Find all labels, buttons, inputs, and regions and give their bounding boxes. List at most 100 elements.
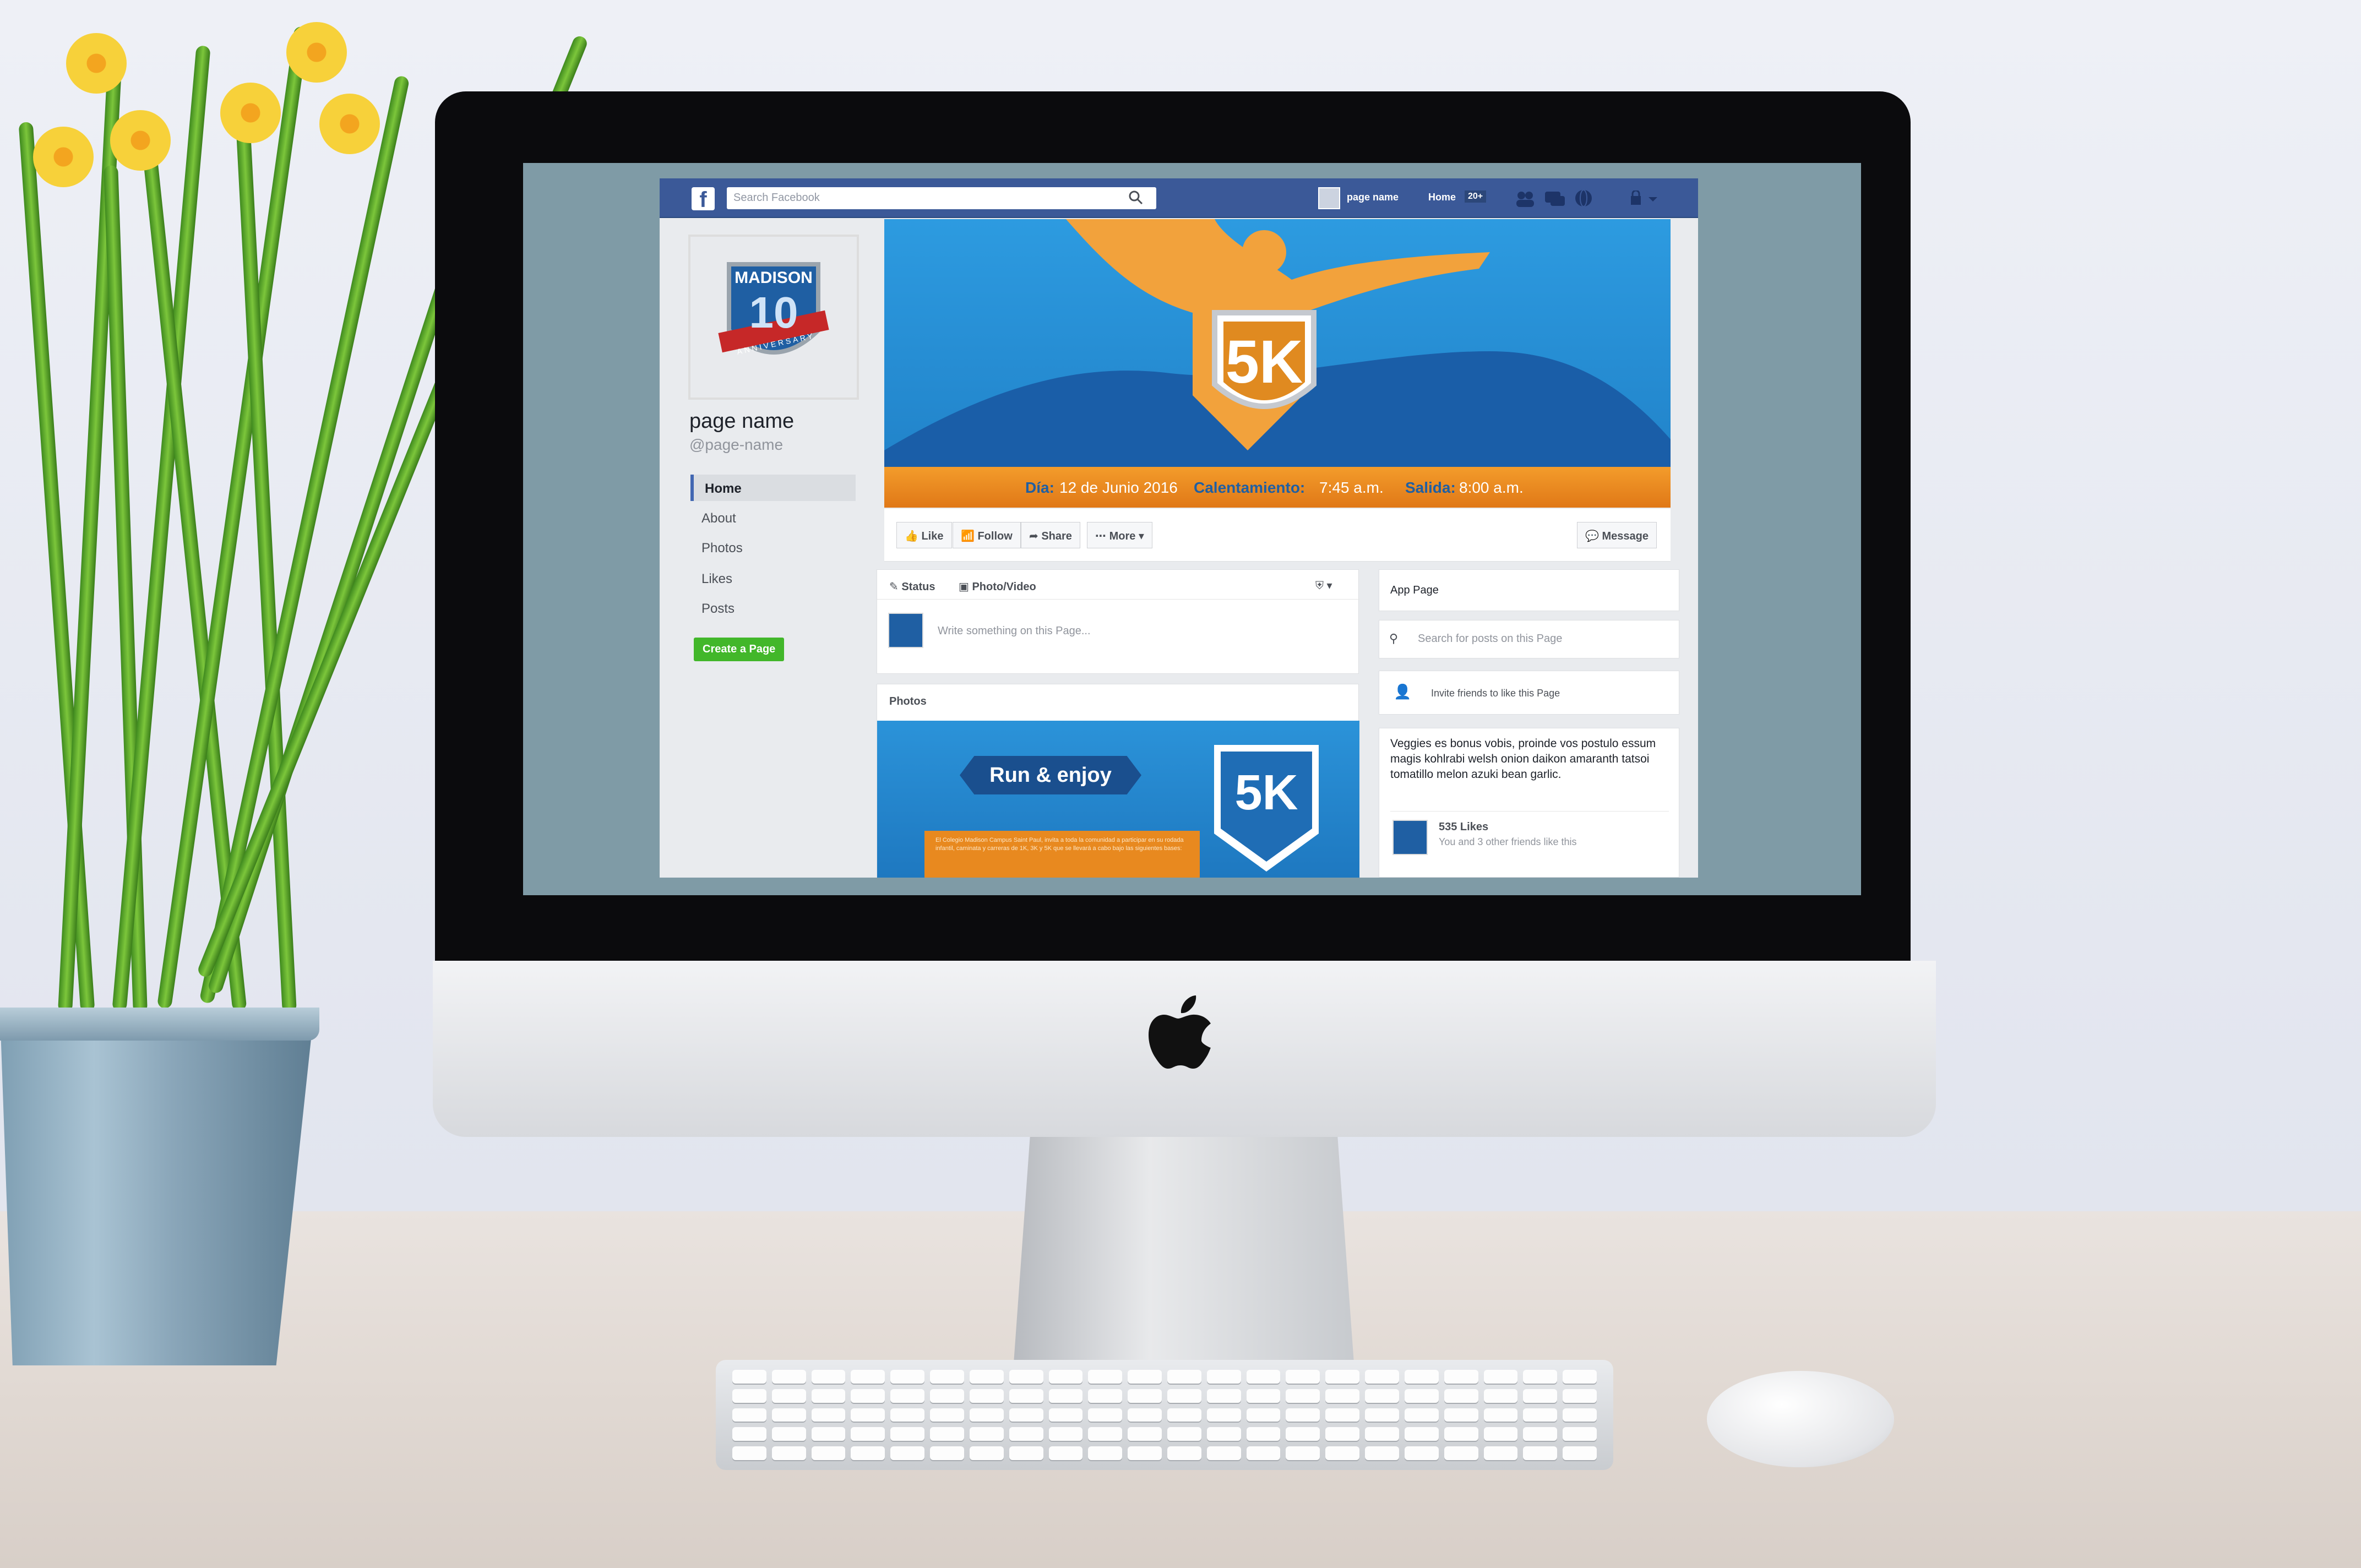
- keyboard-key: [1286, 1408, 1320, 1422]
- apple-logo: [1140, 986, 1228, 1090]
- friends-icon[interactable]: [1514, 189, 1536, 208]
- keyboard-key: [1365, 1446, 1399, 1460]
- keyboard-key: [969, 1446, 1004, 1460]
- lock-icon[interactable]: [1629, 189, 1662, 207]
- camera-icon: ▣: [959, 581, 972, 593]
- keyboard-key: [1444, 1370, 1478, 1384]
- left-column: MADISON 10 ANNIVERSARY page name @page-n…: [660, 219, 870, 878]
- page-profile-picture[interactable]: MADISON 10 ANNIVERSARY: [688, 235, 859, 400]
- keyboard-key: [969, 1370, 1004, 1384]
- app-page-card[interactable]: App Page: [1379, 569, 1679, 611]
- event-day-label: Día:: [1025, 479, 1054, 496]
- keyboard-key: [890, 1427, 925, 1441]
- create-page-button[interactable]: Create a Page: [694, 638, 785, 661]
- composer-tabs: ✎ Status ▣ Photo/Video ⛨ ▾: [877, 570, 1359, 600]
- likes-avatar: [1392, 820, 1428, 855]
- keyboard-key: [1048, 1446, 1083, 1460]
- photos-section: Photos Run & enjoy El Colegio Madison Ca…: [877, 684, 1359, 878]
- facebook-icon[interactable]: f: [692, 187, 715, 212]
- message-button[interactable]: 💬 Message: [1577, 522, 1657, 548]
- logo-text: MADISON: [735, 269, 813, 287]
- keyboard-key: [732, 1389, 766, 1403]
- nav-photos[interactable]: Photos: [690, 534, 856, 560]
- photo-thumbnail[interactable]: Run & enjoy El Colegio Madison Campus Sa…: [877, 721, 1359, 878]
- keyboard-key: [1404, 1427, 1439, 1441]
- keyboard-key: [969, 1389, 1004, 1403]
- home-link[interactable]: Home: [1428, 192, 1456, 203]
- invite-card[interactable]: 👤 Invite friends to like this Page: [1379, 671, 1679, 715]
- keyboard-key: [1206, 1408, 1241, 1422]
- keyboard-key: [1483, 1408, 1518, 1422]
- nav-home[interactable]: Home: [690, 475, 856, 501]
- keyboard-key: [1404, 1370, 1439, 1384]
- keyboard-key: [890, 1408, 925, 1422]
- photo-caption: El Colegio Madison Campus Saint Paul, in…: [924, 831, 1200, 878]
- audience-selector[interactable]: ⛨ ▾: [1315, 579, 1332, 592]
- keyboard-key: [771, 1389, 806, 1403]
- page-search-input[interactable]: Search for posts on this Page: [1418, 633, 1562, 645]
- flower-pot: [0, 1013, 314, 1365]
- nav-posts[interactable]: Posts: [690, 595, 856, 621]
- keyboard-key: [1563, 1446, 1597, 1460]
- warmup-label: Calentamiento:: [1194, 479, 1305, 496]
- keyboard-key: [1563, 1389, 1597, 1403]
- nav-likes[interactable]: Likes: [690, 565, 856, 591]
- photo-banner: Run & enjoy: [960, 756, 1141, 794]
- search-icon[interactable]: [1128, 189, 1144, 206]
- top-navigation-bar: f Search Facebook page name Home 20+: [660, 178, 1698, 218]
- keyboard-key: [1009, 1427, 1043, 1441]
- keyboard-key: [1523, 1408, 1558, 1422]
- keyboard-key: [1404, 1389, 1439, 1403]
- profile-name[interactable]: page name: [1347, 192, 1399, 203]
- follow-icon: 📶: [961, 530, 978, 542]
- keyboard-key: [930, 1370, 964, 1384]
- page-name[interactable]: page name: [689, 410, 794, 433]
- keyboard-key: [1206, 1389, 1241, 1403]
- keyboard-key: [1563, 1427, 1597, 1441]
- keyboard-key: [1246, 1427, 1281, 1441]
- keyboard-key: [1365, 1408, 1399, 1422]
- keyboard-key: [732, 1427, 766, 1441]
- keyboard-key: [771, 1427, 806, 1441]
- photos-title[interactable]: Photos: [889, 695, 927, 708]
- page-handle[interactable]: @page-name: [689, 436, 783, 454]
- keyboard-key: [1206, 1446, 1241, 1460]
- cover-photo[interactable]: 5K Día: 12 de Junio 2016 Calentamiento: …: [884, 219, 1671, 508]
- keyboard-key: [1048, 1408, 1083, 1422]
- keyboard-key: [1444, 1446, 1478, 1460]
- more-button[interactable]: ⋯ More ▾: [1087, 522, 1152, 548]
- keyboard-key: [1325, 1408, 1360, 1422]
- keyboard-key: [1009, 1389, 1043, 1403]
- keyboard-key: [1128, 1370, 1162, 1384]
- event-day-value: 12 de Junio 2016: [1059, 479, 1178, 496]
- share-button[interactable]: ➦ Share: [1021, 522, 1080, 548]
- keyboard-key: [851, 1427, 885, 1441]
- composer-avatar: [888, 613, 923, 648]
- composer-input[interactable]: Write something on this Page...: [938, 625, 1091, 638]
- profile-avatar[interactable]: [1318, 187, 1340, 209]
- about-card: Veggies es bonus vobis, proinde vos post…: [1379, 728, 1679, 878]
- like-button[interactable]: 👍 Like: [896, 522, 952, 548]
- keyboard-key: [732, 1408, 766, 1422]
- keyboard-key: [851, 1446, 885, 1460]
- messages-icon[interactable]: [1544, 189, 1566, 208]
- search-input[interactable]: Search Facebook: [727, 187, 1156, 209]
- keyboard-key: [1009, 1370, 1043, 1384]
- keyboard-key: [1048, 1370, 1083, 1384]
- keyboard-key: [1523, 1446, 1558, 1460]
- follow-button[interactable]: 📶 Follow: [953, 522, 1021, 548]
- keyboard-key: [969, 1408, 1004, 1422]
- keyboard-key: [1563, 1408, 1597, 1422]
- nav-about[interactable]: About: [690, 504, 856, 531]
- keyboard-key: [851, 1370, 885, 1384]
- photo-video-tab[interactable]: ▣ Photo/Video: [959, 580, 1036, 594]
- message-icon: 💬: [1585, 530, 1602, 542]
- globe-icon[interactable]: [1574, 188, 1593, 208]
- keyboard-key: [890, 1389, 925, 1403]
- page-action-bar: 👍 Like 📶 Follow ➦ Share ⋯ More ▾ 💬 Messa…: [884, 509, 1671, 562]
- keyboard-key: [890, 1370, 925, 1384]
- likes-count[interactable]: 535 Likes: [1439, 821, 1488, 834]
- magic-mouse: [1707, 1371, 1894, 1467]
- status-tab[interactable]: ✎ Status: [889, 580, 935, 594]
- about-text: Veggies es bonus vobis, proinde vos post…: [1390, 737, 1656, 781]
